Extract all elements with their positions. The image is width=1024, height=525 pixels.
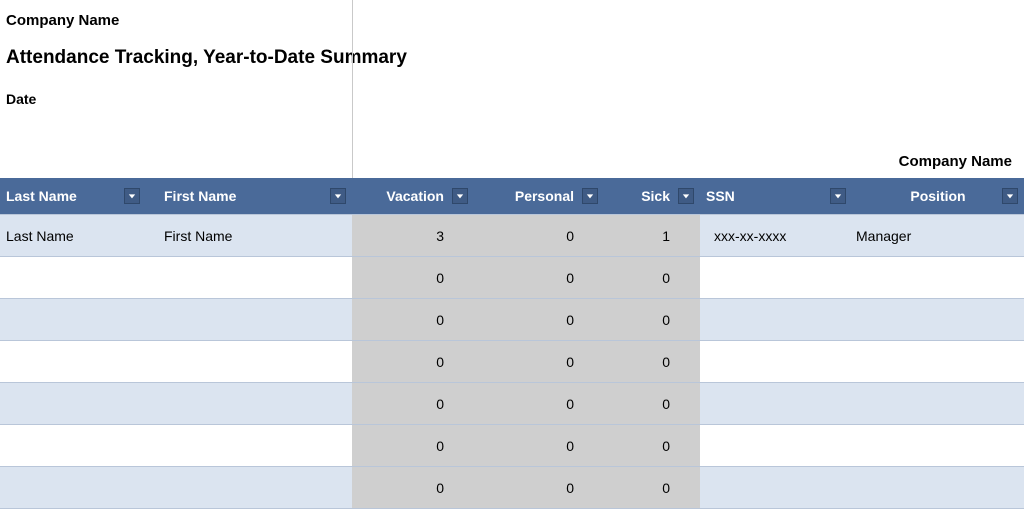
table-row[interactable]: 000 — [0, 257, 1024, 299]
filter-dropdown-last-name[interactable] — [124, 188, 140, 204]
col-vacation-label: Vacation — [386, 188, 444, 204]
cell-first-name[interactable] — [158, 257, 352, 299]
cell-position[interactable]: Manager — [852, 215, 1024, 257]
cell-sick[interactable]: 0 — [604, 299, 700, 341]
company-name-label: Company Name — [6, 12, 1018, 29]
cell-last-name[interactable] — [0, 467, 158, 509]
cell-vacation[interactable]: 0 — [352, 299, 474, 341]
cell-last-name[interactable] — [0, 257, 158, 299]
cell-ssn[interactable] — [700, 341, 852, 383]
cell-ssn[interactable] — [700, 257, 852, 299]
cell-vacation[interactable]: 0 — [352, 257, 474, 299]
cell-vacation[interactable]: 3 — [352, 215, 474, 257]
filter-dropdown-sick[interactable] — [678, 188, 694, 204]
cell-ssn[interactable] — [700, 383, 852, 425]
cell-vacation[interactable]: 0 — [352, 341, 474, 383]
chevron-down-icon — [586, 192, 594, 200]
col-position[interactable]: Position — [852, 178, 1024, 215]
cell-sick[interactable]: 1 — [604, 215, 700, 257]
col-ssn-label: SSN — [706, 188, 735, 204]
col-sick-label: Sick — [641, 188, 670, 204]
chevron-down-icon — [834, 192, 842, 200]
cell-position[interactable] — [852, 425, 1024, 467]
grid-divider — [352, 0, 353, 178]
table-row[interactable]: 000 — [0, 425, 1024, 467]
cell-position[interactable] — [852, 467, 1024, 509]
cell-ssn[interactable]: xxx-xx-xxxx — [700, 215, 852, 257]
cell-last-name[interactable] — [0, 341, 158, 383]
col-personal[interactable]: Personal — [474, 178, 604, 215]
cell-sick[interactable]: 0 — [604, 425, 700, 467]
table-row[interactable]: Last NameFirst Name301xxx-xx-xxxxManager — [0, 215, 1024, 257]
filter-dropdown-position[interactable] — [1002, 188, 1018, 204]
filter-dropdown-ssn[interactable] — [830, 188, 846, 204]
table-row[interactable]: 000 — [0, 383, 1024, 425]
company-name-right: Company Name — [899, 153, 1012, 170]
table-row[interactable]: 000 — [0, 467, 1024, 509]
cell-last-name[interactable]: Last Name — [0, 215, 158, 257]
cell-first-name[interactable] — [158, 299, 352, 341]
col-position-label: Position — [910, 188, 965, 204]
sheet-header: Company Name Attendance Tracking, Year-t… — [0, 0, 1024, 178]
cell-ssn[interactable] — [700, 467, 852, 509]
cell-vacation[interactable]: 0 — [352, 383, 474, 425]
cell-ssn[interactable] — [700, 425, 852, 467]
cell-ssn[interactable] — [700, 299, 852, 341]
cell-sick[interactable]: 0 — [604, 257, 700, 299]
cell-last-name[interactable] — [0, 383, 158, 425]
table-header-row: Last Name First Name Vacation Personal S… — [0, 178, 1024, 215]
col-first-name-label: First Name — [164, 188, 236, 204]
cell-vacation[interactable]: 0 — [352, 425, 474, 467]
cell-sick[interactable]: 0 — [604, 383, 700, 425]
col-sick[interactable]: Sick — [604, 178, 700, 215]
table-body: Last NameFirst Name301xxx-xx-xxxxManager… — [0, 215, 1024, 509]
table-row[interactable]: 000 — [0, 299, 1024, 341]
filter-dropdown-first-name[interactable] — [330, 188, 346, 204]
cell-position[interactable] — [852, 299, 1024, 341]
chevron-down-icon — [334, 192, 342, 200]
col-last-name-label: Last Name — [6, 188, 77, 204]
cell-first-name[interactable] — [158, 341, 352, 383]
chevron-down-icon — [456, 192, 464, 200]
cell-last-name[interactable] — [0, 299, 158, 341]
chevron-down-icon — [1006, 192, 1014, 200]
cell-sick[interactable]: 0 — [604, 467, 700, 509]
chevron-down-icon — [682, 192, 690, 200]
col-last-name[interactable]: Last Name — [0, 178, 158, 215]
cell-personal[interactable]: 0 — [474, 215, 604, 257]
attendance-table: Last Name First Name Vacation Personal S… — [0, 178, 1024, 509]
cell-personal[interactable]: 0 — [474, 299, 604, 341]
cell-personal[interactable]: 0 — [474, 467, 604, 509]
filter-dropdown-personal[interactable] — [582, 188, 598, 204]
col-ssn[interactable]: SSN — [700, 178, 852, 215]
cell-personal[interactable]: 0 — [474, 425, 604, 467]
cell-position[interactable] — [852, 257, 1024, 299]
col-personal-label: Personal — [515, 188, 574, 204]
table-row[interactable]: 000 — [0, 341, 1024, 383]
cell-last-name[interactable] — [0, 425, 158, 467]
cell-first-name[interactable] — [158, 383, 352, 425]
filter-dropdown-vacation[interactable] — [452, 188, 468, 204]
cell-personal[interactable]: 0 — [474, 341, 604, 383]
cell-personal[interactable]: 0 — [474, 383, 604, 425]
page-title: Attendance Tracking, Year-to-Date Summar… — [6, 47, 1018, 69]
cell-first-name[interactable] — [158, 467, 352, 509]
col-vacation[interactable]: Vacation — [352, 178, 474, 215]
cell-personal[interactable]: 0 — [474, 257, 604, 299]
cell-vacation[interactable]: 0 — [352, 467, 474, 509]
date-label: Date — [6, 91, 1018, 107]
cell-sick[interactable]: 0 — [604, 341, 700, 383]
col-first-name[interactable]: First Name — [158, 178, 352, 215]
cell-first-name[interactable] — [158, 425, 352, 467]
cell-first-name[interactable]: First Name — [158, 215, 352, 257]
chevron-down-icon — [128, 192, 136, 200]
cell-position[interactable] — [852, 383, 1024, 425]
cell-position[interactable] — [852, 341, 1024, 383]
